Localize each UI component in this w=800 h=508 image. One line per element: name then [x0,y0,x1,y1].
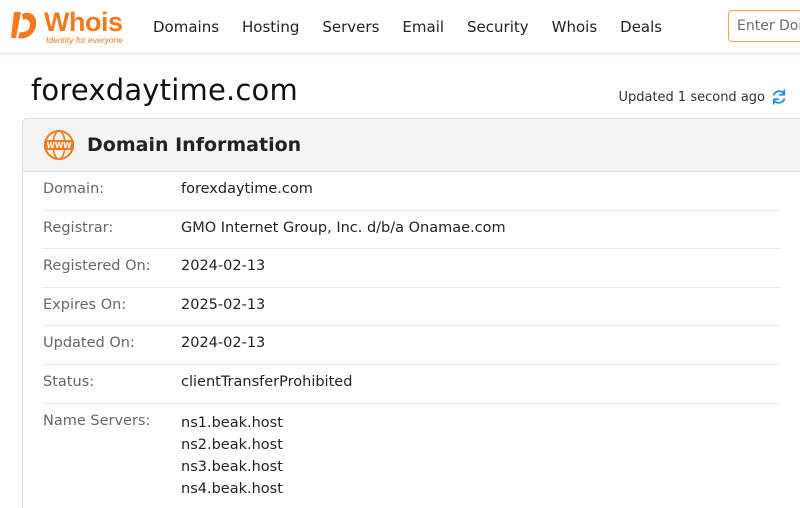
info-row-status: Status: clientTransferProhibited [43,365,780,404]
row-label: Expires On: [43,296,127,313]
name-server-item: ns3.beak.host [181,459,283,476]
row-value: GMO Internet Group, Inc. d/b/a Onamae.co… [181,219,506,236]
card-header: WWW Domain Information [23,119,800,172]
row-value: clientTransferProhibited [181,373,353,390]
info-row-domain: Domain: forexdaytime.com [43,172,780,211]
row-label: Registered On: [43,258,151,275]
name-server-item: ns4.beak.host [181,481,283,498]
info-row-updated-on: Updated On: 2024-02-13 [43,326,780,365]
page-title: forexdaytime.com [31,73,298,107]
row-value: 2024-02-13 [181,258,266,275]
name-server-item: ns2.beak.host [181,436,283,453]
logo-tagline: Identity for everyone [46,35,124,45]
refresh-icon[interactable] [770,88,788,106]
nav-item-servers[interactable]: Servers [322,0,379,54]
domain-info-table: Domain: forexdaytime.com Registrar: GMO … [23,172,800,501]
info-row-name-servers: Name Servers: ns1.beak.host ns2.beak.hos… [43,404,780,501]
row-label: Updated On: [43,335,135,352]
row-label: Status: [43,373,95,390]
row-value: 2024-02-13 [181,335,266,352]
row-value: 2025-02-13 [181,296,266,313]
name-server-list: ns1.beak.host ns2.beak.host ns3.beak.hos… [181,404,283,501]
nav-item-domains[interactable]: Domains [153,0,219,54]
nav-item-email[interactable]: Email [402,0,444,54]
domain-search-input[interactable] [728,10,800,42]
nav-item-deals[interactable]: Deals [620,0,662,54]
updated-text: Updated 1 second ago [618,89,765,105]
whois-logo[interactable]: Whois Identity for everyone [8,7,132,47]
row-label: Domain: [43,181,105,197]
main-nav: Domains Hosting Servers Email Security W… [153,0,685,54]
info-row-expires-on: Expires On: 2025-02-13 [43,288,780,327]
row-label: Name Servers: [43,412,151,429]
row-value: forexdaytime.com [181,181,313,197]
updated-status: Updated 1 second ago [618,88,788,106]
card-title: Domain Information [87,134,302,156]
logo-mark-icon [11,12,37,39]
svg-text:WWW: WWW [47,141,73,150]
nav-item-whois[interactable]: Whois [552,0,598,54]
nav-item-hosting[interactable]: Hosting [242,0,299,54]
domain-information-card: WWW Domain Information Domain: forexdayt… [22,118,800,508]
row-label: Registrar: [43,219,114,236]
info-row-registrar: Registrar: GMO Internet Group, Inc. d/b/… [43,211,780,250]
info-row-registered-on: Registered On: 2024-02-13 [43,249,780,288]
nav-item-security[interactable]: Security [467,0,529,54]
www-icon: WWW [44,130,74,160]
name-server-item: ns1.beak.host [181,414,283,431]
site-header: Whois Identity for everyone Domains Host… [0,0,800,54]
logo-wordmark: Whois [44,7,123,37]
